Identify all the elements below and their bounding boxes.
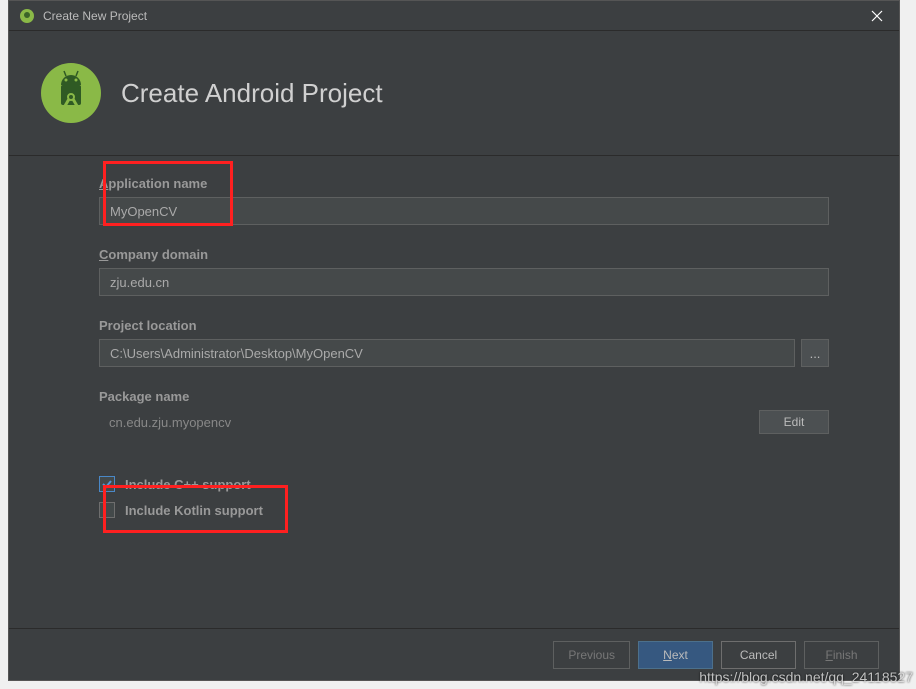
application-name-label: Application name <box>99 176 829 191</box>
application-name-input[interactable] <box>99 197 829 225</box>
company-domain-input[interactable] <box>99 268 829 296</box>
titlebar-title: Create New Project <box>43 9 854 23</box>
cpp-support-label: Include C++ support <box>125 477 251 492</box>
kotlin-support-row: Include Kotlin support <box>99 502 829 518</box>
cpp-support-checkbox[interactable] <box>99 476 115 492</box>
dialog-title: Create Android Project <box>121 78 383 109</box>
next-button[interactable]: Next <box>638 641 713 669</box>
close-button[interactable] <box>854 1 899 31</box>
cancel-button[interactable]: Cancel <box>721 641 796 669</box>
android-logo-icon <box>39 61 103 125</box>
dialog-window: Create New Project Create Android Projec… <box>8 0 900 681</box>
previous-button[interactable]: Previous <box>553 641 630 669</box>
application-name-group: Application name <box>99 176 829 225</box>
package-name-value: cn.edu.zju.myopencv <box>99 411 749 434</box>
package-name-group: Package name cn.edu.zju.myopencv Edit <box>99 389 829 434</box>
watermark-text: https://blog.csdn.net/qq_24118527 <box>699 669 913 685</box>
dialog-content: Application name Company domain Project … <box>9 156 899 628</box>
project-location-group: Project location ... <box>99 318 829 367</box>
edit-package-button[interactable]: Edit <box>759 410 829 434</box>
project-location-input[interactable] <box>99 339 795 367</box>
titlebar: Create New Project <box>9 1 899 31</box>
package-name-label: Package name <box>99 389 829 404</box>
cpp-support-row: Include C++ support <box>99 476 829 492</box>
company-domain-label: Company domain <box>99 247 829 262</box>
android-studio-icon <box>19 8 35 24</box>
company-domain-group: Company domain <box>99 247 829 296</box>
browse-button[interactable]: ... <box>801 339 829 367</box>
dialog-header: Create Android Project <box>9 31 899 156</box>
project-location-label: Project location <box>99 318 829 333</box>
finish-button[interactable]: Finish <box>804 641 879 669</box>
kotlin-support-label: Include Kotlin support <box>125 503 263 518</box>
kotlin-support-checkbox[interactable] <box>99 502 115 518</box>
